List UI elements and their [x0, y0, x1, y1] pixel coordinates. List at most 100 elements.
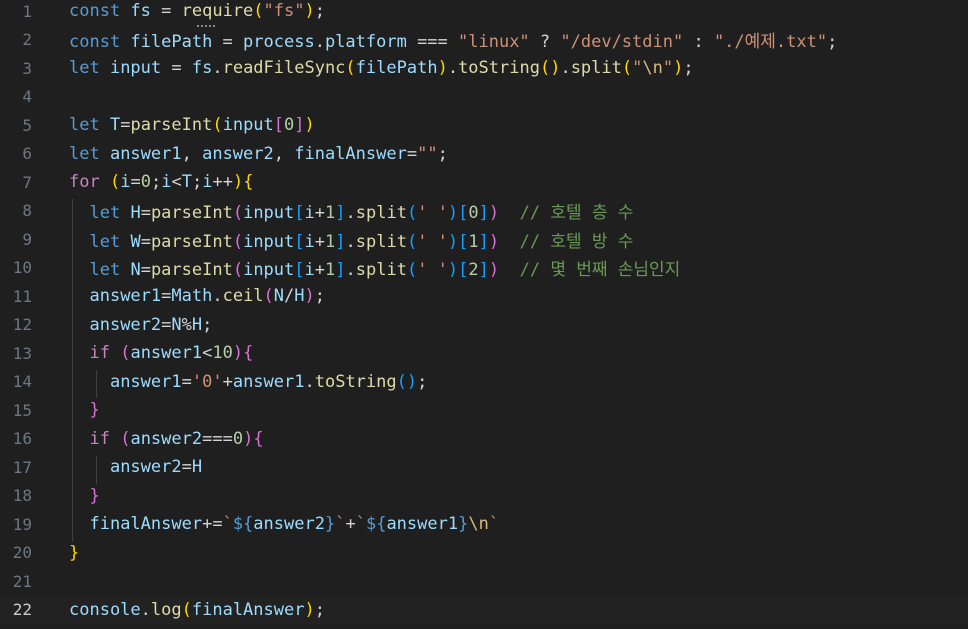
code-token: (: [232, 203, 244, 224]
code-text[interactable]: }: [69, 543, 79, 563]
code-token: finalAnswer: [89, 514, 203, 535]
code-token: ;: [683, 58, 694, 79]
code-line[interactable]: 12 answer2=N%H;: [0, 311, 968, 340]
code-line[interactable]: 8 let H=parseInt(input[i+1].split(' ')[0…: [0, 197, 968, 226]
code-token: ]: [478, 231, 489, 252]
code-line[interactable]: 17 answer2=H: [0, 453, 968, 482]
code-token: parseInt: [130, 115, 213, 136]
code-editor[interactable]: 1 const fs = require("fs"); 2 const filePat…: [0, 0, 968, 629]
code-text[interactable]: let T=parseInt(input[0]): [69, 115, 315, 135]
code-token: readFileSync: [222, 58, 346, 79]
code-text[interactable]: answer2=N%H;: [69, 315, 212, 335]
code-text[interactable]: }: [69, 400, 100, 421]
code-token: .: [212, 58, 223, 79]
code-text[interactable]: for (i=0;i<T;i++){: [69, 172, 253, 192]
code-line[interactable]: 4: [0, 83, 968, 112]
line-number: 12: [12, 315, 32, 335]
code-line[interactable]: 11 answer1=Math.ceil(N/H);: [0, 282, 968, 311]
code-line[interactable]: 22 console.log(finalAnswer);: [0, 595, 968, 624]
code-token: (: [263, 286, 274, 307]
code-text[interactable]: if (answer1<10){: [69, 343, 253, 363]
line-number: 3: [22, 58, 32, 78]
code-token: 1: [468, 231, 479, 252]
code-token: input: [243, 260, 295, 281]
code-text[interactable]: const fs = require("fs");: [69, 1, 325, 21]
code-line[interactable]: 6 let answer1, answer2, finalAnswer="";: [0, 140, 968, 169]
code-token: filePath: [355, 58, 438, 79]
code-token: }: [89, 400, 100, 421]
code-token: "linux": [458, 32, 530, 53]
code-token: ): [488, 260, 500, 281]
code-token: toString: [458, 58, 540, 79]
code-token: ]: [335, 260, 346, 281]
code-line[interactable]: 3 let input = fs.readFileSync(filePath).t…: [0, 54, 968, 83]
code-token: i: [161, 172, 172, 193]
code-token: ${: [365, 514, 387, 535]
code-token: (: [232, 231, 244, 252]
code-token: }: [458, 514, 469, 535]
code-text[interactable]: finalAnswer+=`${answer2}`+`${answer1}\n`: [69, 514, 499, 534]
code-token: 1: [325, 203, 336, 224]
code-line[interactable]: 5 let T=parseInt(input[0]): [0, 111, 968, 140]
code-token: .: [345, 260, 356, 281]
code-token: =: [140, 203, 151, 224]
code-line[interactable]: 13 if (answer1<10){: [0, 339, 968, 368]
code-text[interactable]: console.log(finalAnswer);: [69, 600, 325, 620]
code-token: process: [243, 32, 315, 53]
code-token: split: [355, 260, 407, 281]
code-token: filePath: [130, 32, 213, 53]
code-token: if: [89, 343, 121, 364]
line-number: 22: [12, 600, 32, 620]
code-line[interactable]: 15 }: [0, 396, 968, 425]
code-line[interactable]: 16 if (answer2===0){: [0, 425, 968, 454]
code-text[interactable]: let H=parseInt(input[i+1].split(' ')[0])…: [69, 198, 633, 223]
code-text[interactable]: if (answer2===0){: [69, 428, 264, 449]
code-line[interactable]: 7 for (i=0;i<T;i++){: [0, 168, 968, 197]
code-line[interactable]: 14 answer1='0'+answer1.toString();: [0, 368, 968, 397]
code-line[interactable]: 20}: [0, 539, 968, 568]
code-line[interactable]: 2 const filePath = process.platform === "…: [0, 26, 968, 55]
line-number: 16: [12, 429, 32, 449]
code-token: {: [253, 428, 264, 449]
code-token: "": [417, 143, 438, 164]
code-line[interactable]: 19 finalAnswer+=`${answer2}`+`${answer1}…: [0, 510, 968, 539]
code-text[interactable]: let N=parseInt(input[i+1].split(' ')[2])…: [69, 255, 680, 280]
code-text[interactable]: let answer1, answer2, finalAnswer="";: [69, 144, 448, 164]
code-token: H: [191, 314, 203, 335]
code-token: parseInt: [150, 231, 233, 252]
code-text[interactable]: answer1=Math.ceil(N/H);: [69, 286, 325, 306]
code-token: for: [69, 172, 110, 193]
code-text[interactable]: }: [69, 486, 99, 506]
code-line[interactable]: 10 let N=parseInt(input[i+1].split(' ')[…: [0, 254, 968, 283]
code-token: [: [294, 231, 305, 252]
code-token: (: [181, 599, 192, 620]
code-token: split: [355, 231, 407, 252]
line-number: 11: [12, 286, 32, 306]
code-line[interactable]: 1 const fs = require("fs");: [0, 0, 968, 26]
code-token: [: [294, 260, 305, 281]
code-token: split: [355, 203, 407, 224]
code-line[interactable]: 9 let W=parseInt(input[i+1].split(' ')[1…: [0, 225, 968, 254]
code-token: (: [345, 58, 356, 79]
code-text[interactable]: let W=parseInt(input[i+1].split(' ')[1])…: [69, 227, 633, 252]
line-number: 15: [12, 400, 32, 420]
code-text[interactable]: const filePath = process.platform === "l…: [69, 27, 837, 52]
code-line[interactable]: 21: [0, 567, 968, 596]
code-token: ===: [406, 32, 459, 53]
code-text[interactable]: answer1='0'+answer1.toString();: [69, 372, 427, 392]
code-text[interactable]: answer2=H: [69, 457, 202, 477]
code-token: H: [191, 457, 203, 478]
code-text[interactable]: let input = fs.readFileSync(filePath).to…: [69, 58, 694, 78]
code-token: // 몇 번째 손님인지: [519, 260, 681, 281]
code-token: <: [171, 172, 182, 193]
code-token: .: [345, 231, 356, 252]
code-token: =: [140, 231, 151, 252]
code-token: +: [345, 514, 356, 535]
line-number: 14: [12, 372, 32, 392]
code-token: \n: [468, 514, 489, 535]
code-line[interactable]: 18 }: [0, 482, 968, 511]
